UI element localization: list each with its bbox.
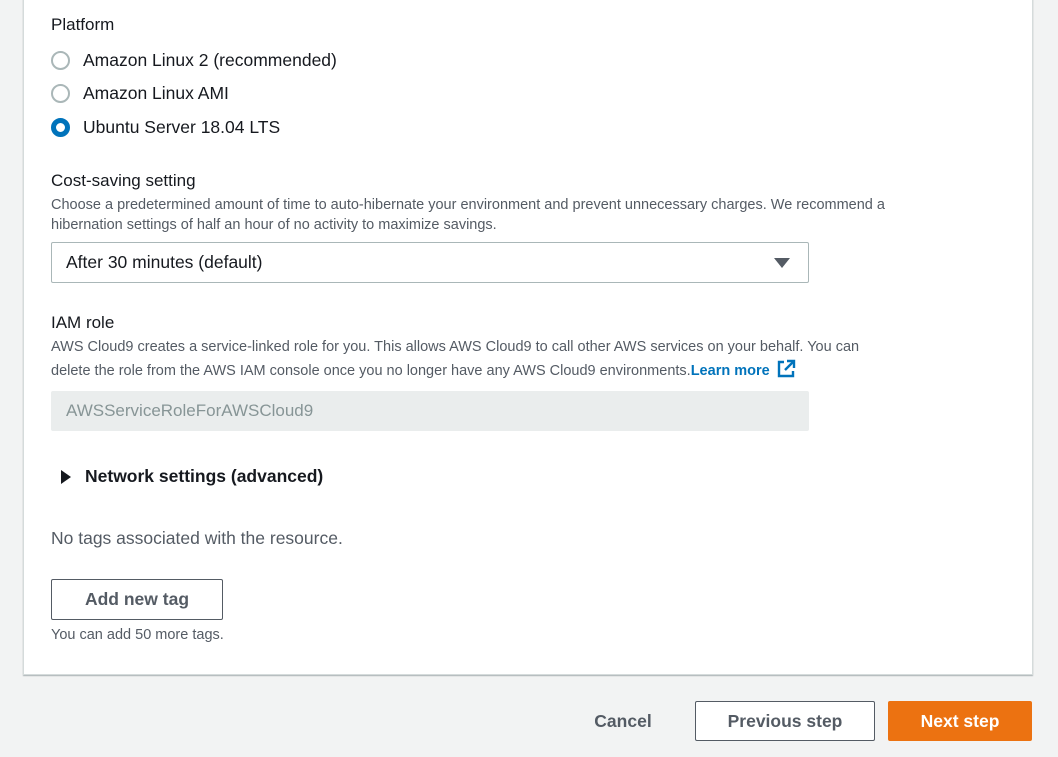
previous-step-button[interactable]: Previous step (695, 701, 875, 741)
platform-option-label: Amazon Linux AMI (83, 83, 229, 103)
iam-role-description-line2-container: delete the role from the AWS IAM console… (51, 359, 796, 385)
network-settings-label: Network settings (advanced) (85, 466, 324, 486)
iam-role-label: IAM role (51, 313, 115, 332)
learn-more-label: Learn more (690, 363, 770, 379)
add-new-tag-button[interactable]: Add new tag (51, 579, 223, 620)
cost-saving-description-line1: Choose a predetermined amount of time to… (51, 197, 885, 213)
platform-option-label: Ubuntu Server 18.04 LTS (83, 117, 281, 137)
iam-role-input: AWSServiceRoleForAWSCloud9 (51, 391, 809, 431)
platform-option-amazon-linux-2[interactable]: Amazon Linux 2 (recommended) (51, 50, 337, 71)
cost-saving-label: Cost-saving setting (51, 171, 196, 190)
caret-right-icon (61, 469, 71, 484)
no-tags-text: No tags associated with the resource. (51, 528, 343, 548)
learn-more-link[interactable]: Learn more (690, 359, 796, 379)
iam-role-description-line2: delete the role from the AWS IAM console… (51, 363, 691, 379)
platform-option-ubuntu[interactable]: Ubuntu Server 18.04 LTS (51, 117, 280, 138)
iam-role-description-line1: AWS Cloud9 creates a service-linked role… (51, 339, 860, 355)
platform-label: Platform (51, 15, 115, 34)
external-link-icon (776, 359, 796, 385)
radio-button[interactable] (51, 51, 70, 70)
platform-option-label: Amazon Linux 2 (recommended) (83, 50, 337, 70)
platform-option-amazon-linux-ami[interactable]: Amazon Linux AMI (51, 83, 229, 104)
cost-saving-description-line2: hibernation settings of half an hour of … (51, 217, 497, 233)
radio-button-selected[interactable] (51, 118, 70, 137)
tags-hint: You can add 50 more tags. (51, 627, 224, 643)
cost-saving-select[interactable]: After 30 minutes (default) (51, 242, 809, 283)
cost-saving-selected-value: After 30 minutes (default) (66, 252, 263, 272)
caret-down-icon (774, 258, 790, 268)
network-settings-expander[interactable]: Network settings (advanced) (61, 466, 323, 487)
next-step-button[interactable]: Next step (888, 701, 1032, 741)
radio-button[interactable] (51, 84, 70, 103)
iam-role-value: AWSServiceRoleForAWSCloud9 (66, 401, 314, 420)
cancel-button[interactable]: Cancel (578, 701, 668, 741)
